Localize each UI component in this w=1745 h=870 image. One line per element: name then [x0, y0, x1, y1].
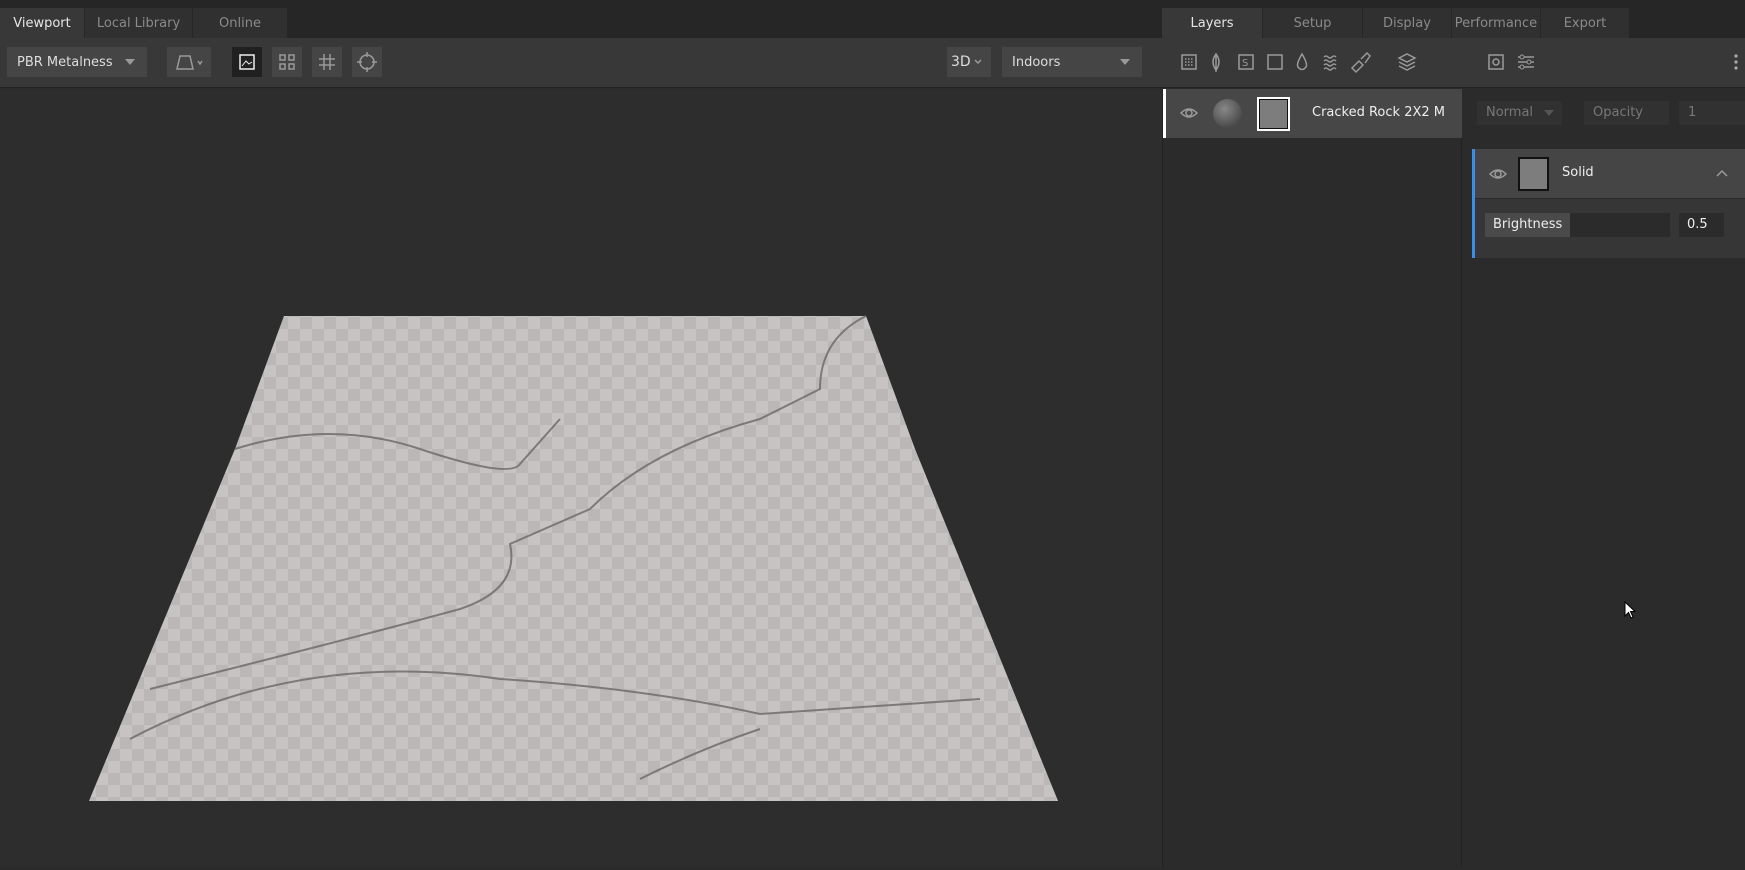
- viewport-toolbar: PBR Metalness 3D Indoors: [0, 38, 1162, 88]
- environment-label: Indoors: [1012, 54, 1061, 70]
- layers-stack-icon[interactable]: [1397, 53, 1417, 71]
- mouse-cursor-icon: [1624, 601, 1637, 619]
- solid-effect-header[interactable]: Solid: [1475, 149, 1745, 199]
- solid-square-icon[interactable]: [1267, 54, 1283, 70]
- mask-icon[interactable]: [1488, 54, 1504, 70]
- chevron-down-icon: [125, 59, 135, 65]
- terrain-preview: [89, 315, 1058, 801]
- tab-export[interactable]: Export: [1541, 8, 1630, 38]
- mask-thumbnail: [1257, 97, 1290, 131]
- target-icon: [357, 52, 377, 72]
- grid-icon: [279, 54, 295, 70]
- center-view-button[interactable]: [352, 47, 382, 77]
- tab-online[interactable]: Online: [193, 8, 288, 38]
- material-model-dropdown[interactable]: PBR Metalness: [7, 47, 147, 77]
- leaf-icon[interactable]: [1212, 52, 1220, 72]
- brightness-input[interactable]: 0.5: [1679, 213, 1724, 237]
- eye-icon[interactable]: [1488, 166, 1508, 182]
- tab-local-library[interactable]: Local Library: [85, 8, 193, 38]
- panel-tabs: Layers Setup Display Performance Export: [1162, 8, 1745, 38]
- image-icon: [239, 54, 255, 70]
- brightness-slider[interactable]: Brightness: [1485, 213, 1670, 237]
- material-model-label: PBR Metalness: [17, 54, 113, 70]
- tab-viewport[interactable]: Viewport: [0, 8, 85, 38]
- chevron-down-icon: [974, 59, 982, 65]
- layer-add-icons: S: [1181, 51, 1738, 74]
- tab-performance[interactable]: Performance: [1452, 8, 1541, 38]
- opacity-input[interactable]: 1: [1679, 101, 1745, 125]
- material-thumbnail: [1213, 99, 1242, 128]
- adjustments-icon[interactable]: [1518, 54, 1534, 70]
- view-mode-dropdown[interactable]: 3D: [947, 47, 991, 77]
- chevron-down-icon: [1544, 110, 1554, 116]
- properties-panel: Normal Opacity 1 Solid Brightness 0.5: [1462, 89, 1745, 866]
- layers-toolbar: S: [1162, 38, 1745, 88]
- tile-view-button[interactable]: [272, 47, 302, 77]
- substance-icon[interactable]: S: [1238, 54, 1254, 70]
- solid-color-swatch[interactable]: [1518, 157, 1549, 191]
- hash-grid-icon: [319, 54, 335, 70]
- viewport-tabs: Viewport Local Library Online: [0, 8, 1162, 38]
- perspective-icon: [176, 55, 203, 70]
- view-mode-label: 3D: [951, 54, 971, 70]
- eye-icon[interactable]: [1179, 105, 1199, 121]
- brush-icon[interactable]: [1350, 51, 1371, 74]
- chevron-up-icon[interactable]: [1715, 167, 1729, 179]
- layer-item[interactable]: Cracked Rock 2X2 M: [1163, 89, 1463, 138]
- opacity-label: Opacity: [1584, 101, 1669, 125]
- title-strip: [0, 0, 1745, 8]
- blend-mode-label: Normal: [1486, 105, 1534, 120]
- drop-icon[interactable]: [1296, 52, 1308, 71]
- solid-effect-card: Solid Brightness 0.5: [1472, 149, 1745, 258]
- wireframe-button[interactable]: [312, 47, 342, 77]
- image-layer-icon[interactable]: [1181, 54, 1197, 70]
- camera-projection-dropdown[interactable]: [167, 47, 211, 77]
- layers-panel: Cracked Rock 2X2 M: [1162, 89, 1463, 866]
- solid-effect-title: Solid: [1562, 165, 1594, 180]
- 3d-viewport[interactable]: [0, 89, 1162, 866]
- chevron-down-icon: [1120, 59, 1130, 65]
- image-view-button[interactable]: [232, 47, 262, 77]
- brightness-label: Brightness: [1485, 213, 1570, 237]
- more-options-icon[interactable]: [1734, 54, 1738, 70]
- tab-setup[interactable]: Setup: [1263, 8, 1363, 38]
- svg-text:S: S: [1242, 58, 1248, 69]
- tab-layers[interactable]: Layers: [1162, 8, 1263, 38]
- tab-display[interactable]: Display: [1363, 8, 1452, 38]
- environment-dropdown[interactable]: Indoors: [1002, 47, 1142, 77]
- blend-mode-dropdown[interactable]: Normal: [1477, 101, 1562, 125]
- layer-name: Cracked Rock 2X2 M: [1312, 105, 1445, 120]
- waves-icon[interactable]: [1323, 55, 1337, 71]
